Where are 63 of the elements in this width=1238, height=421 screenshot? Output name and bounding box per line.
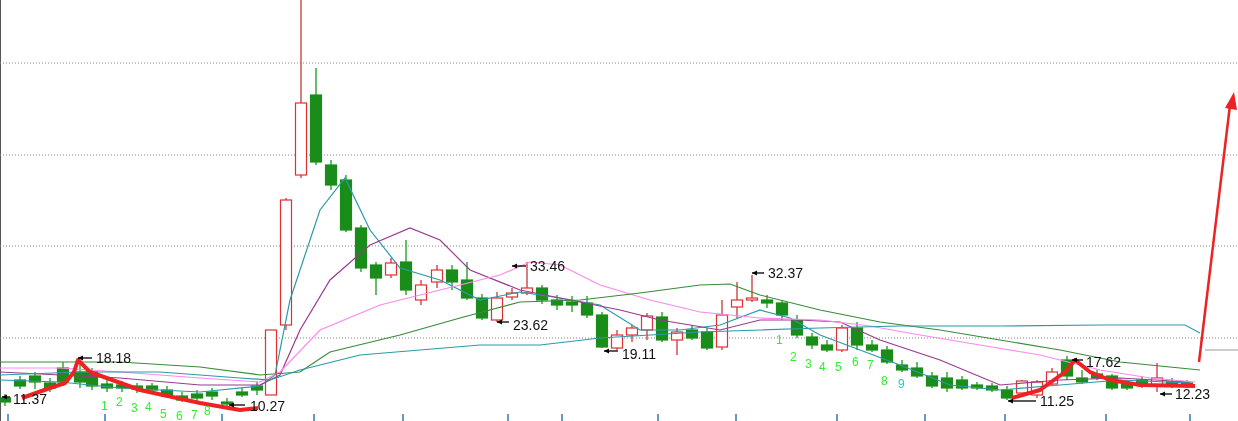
count-number: 7 (867, 358, 874, 372)
count-number: 1 (776, 333, 783, 347)
candlestick (175, 391, 189, 403)
candlestick (655, 311, 669, 343)
price-label: 12.23 (1175, 386, 1211, 402)
candlestick (475, 293, 489, 321)
candlestick (565, 295, 579, 313)
leader-line (228, 402, 246, 408)
candlestick (940, 371, 954, 393)
candlestick (28, 371, 42, 390)
leader-line (751, 270, 765, 276)
price-label: 11.25 (1040, 393, 1074, 409)
count-number: 9 (898, 377, 905, 391)
price-label: 32.37 (768, 265, 804, 281)
candlestick (1045, 367, 1059, 387)
candlestick (925, 371, 939, 389)
candlestick (880, 345, 894, 365)
price-label: 18.18 (96, 350, 132, 366)
candlestick (130, 382, 144, 394)
candlestick (805, 332, 819, 350)
candlestick (910, 361, 924, 379)
leader-line (496, 319, 510, 325)
price-label: 23.62 (513, 317, 549, 333)
count-number: 8 (204, 404, 211, 418)
candlestick (730, 281, 744, 319)
candlestick (13, 375, 27, 390)
price-label: 11.37 (13, 391, 47, 407)
count-number: 8 (881, 374, 888, 388)
leader-line (1159, 391, 1173, 397)
count-number: 5 (160, 407, 167, 421)
count-number: 7 (191, 408, 198, 421)
candlestick (430, 264, 444, 289)
candlestick (895, 359, 909, 373)
candlestick (790, 314, 804, 339)
candlestick (550, 294, 564, 311)
count-number: 3 (131, 401, 138, 415)
leader-line (603, 348, 619, 354)
count-number: 2 (116, 395, 123, 409)
leader-line (511, 263, 527, 269)
count-number: 1 (101, 399, 108, 413)
count-number: 6 (852, 355, 859, 369)
candlestick (220, 397, 234, 409)
price-label: 19.11 (622, 346, 656, 362)
candlestick (1015, 379, 1029, 397)
count-number: 2 (790, 350, 797, 364)
price-label: 33.46 (530, 258, 566, 274)
leader-line (77, 355, 93, 361)
price-label: 10.27 (250, 398, 286, 414)
candlestick (205, 387, 219, 401)
count-number: 5 (835, 360, 842, 374)
candlestick (115, 380, 129, 393)
count-number: 3 (805, 357, 812, 371)
price-label: 17.62 (1086, 354, 1122, 370)
candlestick (354, 224, 368, 273)
count-number: 4 (145, 400, 152, 414)
leader-line (1007, 398, 1037, 404)
count-number: 6 (176, 409, 183, 421)
reference-line (1204, 349, 1238, 351)
leader-line (1071, 357, 1084, 363)
candlestick (235, 387, 249, 398)
candlestick (190, 389, 204, 403)
count-number: 4 (819, 360, 826, 374)
leader-line (1, 394, 11, 400)
